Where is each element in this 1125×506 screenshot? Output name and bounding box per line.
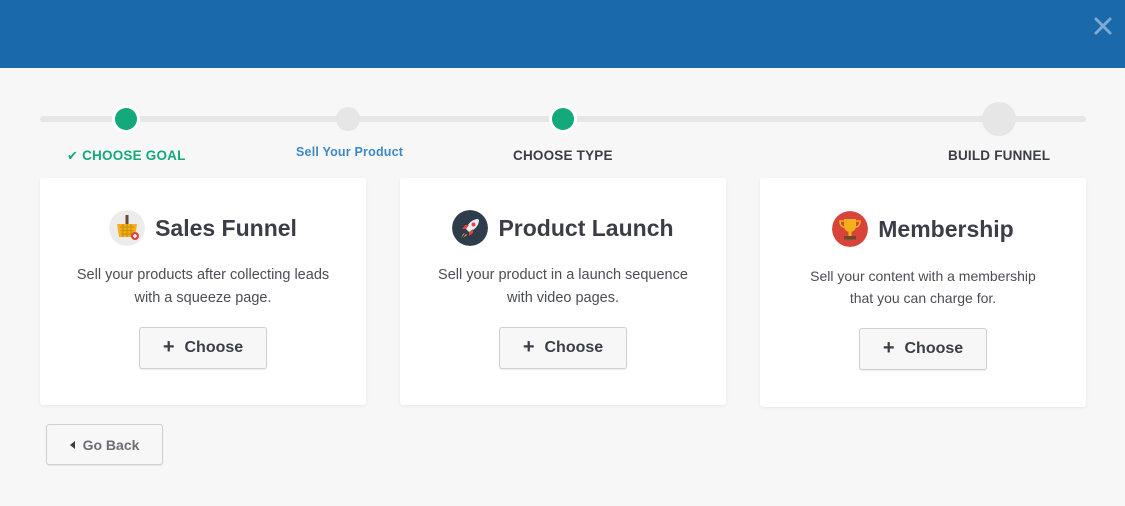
rocket-icon	[452, 210, 489, 246]
plus-icon: +	[522, 336, 535, 358]
step-label-build-funnel: BUILD FUNNEL	[948, 148, 1051, 163]
step-label-text: CHOOSE GOAL	[82, 148, 186, 163]
step-label-sell-your-product: Sell Your Product	[296, 145, 404, 159]
card-header: Membership	[760, 211, 1086, 247]
step-label-choose-goal: ✔ CHOOSE GOAL	[67, 148, 186, 164]
check-icon: ✔	[67, 148, 79, 163]
close-button[interactable]	[1091, 14, 1115, 38]
card-description-line: Sell your products after collecting lead…	[76, 267, 330, 283]
step-dot-choose-goal	[112, 105, 140, 133]
plus-icon: +	[162, 336, 175, 358]
choose-button-label: Choose	[904, 340, 964, 357]
caret-left-icon	[69, 440, 75, 449]
choose-button-label: Choose	[184, 339, 244, 356]
header-bar	[0, 0, 1125, 68]
step-dot-choose-type	[549, 105, 577, 133]
step-dot-sell-your-product	[336, 107, 360, 131]
card-title: Sales Funnel	[155, 214, 297, 241]
card-description: Sell your product in a launch sequence w…	[420, 264, 706, 310]
trophy-icon	[832, 211, 869, 247]
card-description-line: with a squeeze page.	[134, 290, 272, 306]
card-sales-funnel: Sales Funnel Sell your products after co…	[40, 178, 366, 405]
card-product-launch: Product Launch Sell your product in a la…	[400, 178, 726, 405]
choose-membership-button[interactable]: + Choose	[859, 328, 987, 370]
go-back-button[interactable]: Go Back	[46, 424, 163, 465]
card-description-line: Sell your content with a membership	[810, 268, 1036, 284]
step-label-choose-type: CHOOSE TYPE	[513, 148, 613, 163]
plus-icon: +	[882, 337, 895, 359]
card-description-line: with video pages.	[506, 290, 620, 306]
card-header: Product Launch	[400, 210, 726, 246]
card-title: Product Launch	[498, 214, 674, 241]
choose-sales-funnel-button[interactable]: + Choose	[139, 327, 267, 369]
choose-product-launch-button[interactable]: + Choose	[499, 327, 627, 369]
step-dot-build-funnel	[982, 102, 1016, 136]
card-description-line: Sell your product in a launch sequence	[438, 267, 688, 283]
card-description: Sell your content with a membership that…	[780, 265, 1066, 309]
close-icon	[1094, 17, 1112, 35]
go-back-label: Go Back	[82, 436, 140, 453]
card-title: Membership	[878, 215, 1014, 242]
shopping-basket-icon	[109, 210, 146, 246]
card-description-line: that you can charge for.	[849, 290, 997, 306]
card-membership: Membership Sell your content with a memb…	[760, 178, 1086, 407]
choose-button-label: Choose	[544, 339, 604, 356]
card-header: Sales Funnel	[40, 210, 366, 246]
card-description: Sell your products after collecting lead…	[60, 264, 346, 310]
